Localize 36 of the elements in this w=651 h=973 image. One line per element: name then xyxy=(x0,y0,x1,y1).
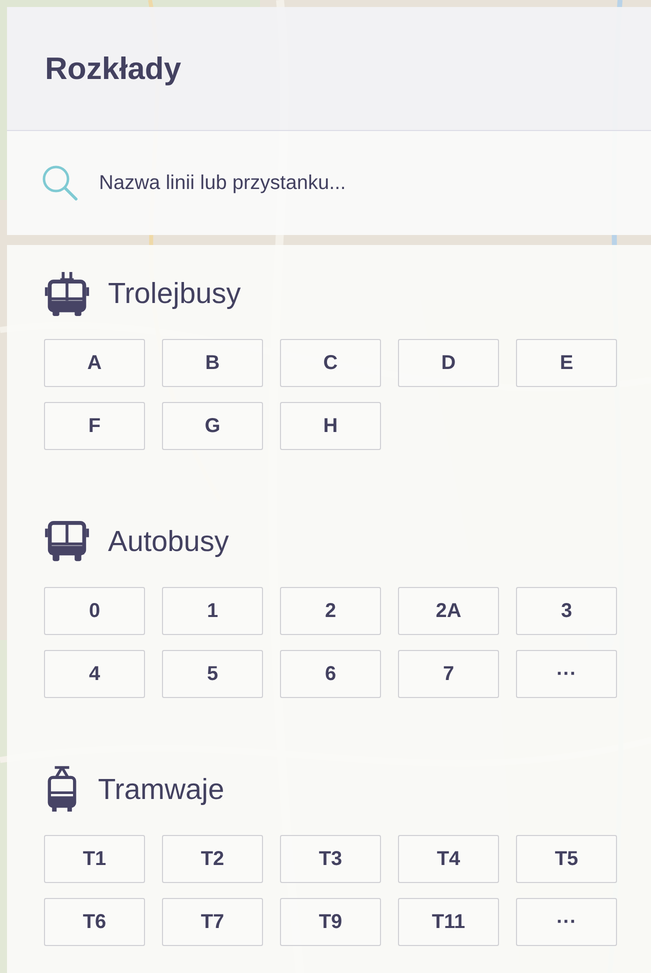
line-button[interactable]: 2 xyxy=(280,587,381,635)
line-button[interactable]: ··· xyxy=(516,650,617,698)
section-heading: Trolejbusy xyxy=(108,278,241,310)
line-button[interactable]: A xyxy=(44,339,145,387)
line-button[interactable]: T5 xyxy=(516,835,617,883)
line-button[interactable]: 0 xyxy=(44,587,145,635)
line-button[interactable]: G xyxy=(162,402,263,450)
line-button[interactable]: 7 xyxy=(398,650,499,698)
search-icon xyxy=(41,164,79,202)
section-heading: Tramwaje xyxy=(98,774,224,806)
line-button[interactable]: T7 xyxy=(162,898,263,946)
line-button[interactable]: T1 xyxy=(44,835,145,883)
line-button[interactable]: T2 xyxy=(162,835,263,883)
line-button[interactable]: F xyxy=(44,402,145,450)
line-button[interactable]: 5 xyxy=(162,650,263,698)
line-button[interactable]: T11 xyxy=(398,898,499,946)
bus-icon xyxy=(44,521,90,563)
line-button[interactable]: D xyxy=(398,339,499,387)
line-button[interactable]: E xyxy=(516,339,617,387)
line-button[interactable]: 6 xyxy=(280,650,381,698)
line-button[interactable]: T3 xyxy=(280,835,381,883)
line-button[interactable]: 4 xyxy=(44,650,145,698)
line-button[interactable]: 2A xyxy=(398,587,499,635)
line-button[interactable]: H xyxy=(280,402,381,450)
line-button[interactable]: 1 xyxy=(162,587,263,635)
search-field[interactable]: Nazwa linii lub przystanku... xyxy=(99,172,559,194)
line-button[interactable]: B xyxy=(162,339,263,387)
line-button[interactable]: T4 xyxy=(398,835,499,883)
panel-title: Rozkłady xyxy=(45,50,182,86)
trolleybus-icon xyxy=(44,270,90,318)
line-button[interactable]: C xyxy=(280,339,381,387)
line-button[interactable]: 3 xyxy=(516,587,617,635)
section-heading: Autobusy xyxy=(108,526,229,558)
line-button[interactable]: ··· xyxy=(516,898,617,946)
line-button[interactable]: T6 xyxy=(44,898,145,946)
line-button[interactable]: T9 xyxy=(280,898,381,946)
